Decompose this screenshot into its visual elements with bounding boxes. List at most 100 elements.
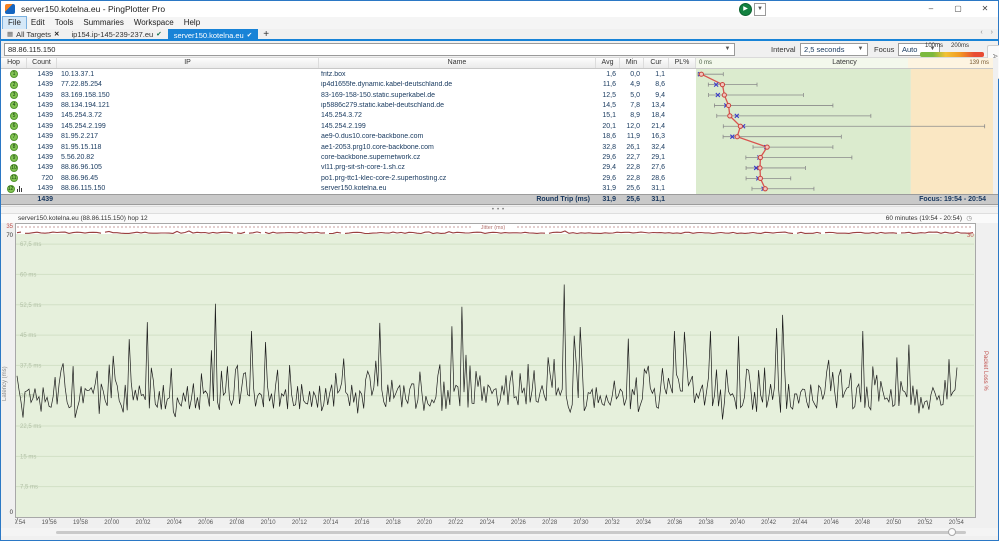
table-row[interactable]: 11 720 88.86.96.45 po1.prg-ttc1-klec-core-2… — [1, 173, 696, 183]
tab-close-icon[interactable]: ✕ — [54, 30, 59, 38]
hop-number-badge: 3 — [10, 91, 18, 100]
table-row[interactable]: 12 1439 88.86.115.150 server150.kotelna.eu 3… — [1, 184, 696, 194]
menu-item-edit[interactable]: Edit — [26, 17, 50, 29]
menu-item-workspace[interactable]: Workspace — [129, 17, 179, 29]
col-header-pl[interactable]: PL% — [669, 58, 696, 68]
avg-marker — [757, 154, 763, 161]
menu-item-tools[interactable]: Tools — [50, 17, 79, 29]
tab-scroll-arrows[interactable]: ‹ › — [980, 29, 996, 36]
tab-check-icon: ✔ — [246, 32, 253, 39]
cell-name: fritz.box — [321, 70, 346, 78]
cell-cur: 8,6 — [655, 81, 665, 89]
gridline-label: 45 ms — [20, 333, 36, 339]
col-header-count[interactable]: Count — [27, 58, 57, 68]
interval-select[interactable]: 2,5 seconds ▼ — [800, 43, 868, 56]
col-header-name[interactable]: Name — [319, 58, 596, 68]
pane-splitter[interactable]: ••• — [1, 206, 998, 214]
start-trace-button[interactable]: ▶ — [739, 3, 752, 16]
table-row[interactable]: 6 1439 145.254.2.199 145.254.2.199 20,1 12,0 2… — [1, 121, 696, 131]
close-button[interactable]: ✕ — [972, 1, 998, 17]
cell-min: 11,9 — [626, 133, 640, 141]
footer-count: 1439 — [37, 196, 53, 203]
timeline-graph[interactable]: 67,5 ms60 ms52,5 ms45 ms37,5 ms30 ms22,5… — [15, 223, 976, 518]
hop-cell: 9 — [1, 152, 27, 162]
start-trace-dropdown[interactable]: ▼ — [754, 3, 766, 16]
avg-marker — [757, 165, 763, 171]
right-scale-label: 30 — [967, 233, 974, 239]
timeline-scrollbar[interactable] — [1, 528, 998, 536]
scrollbar-thumb[interactable] — [948, 528, 956, 536]
menu-item-summaries[interactable]: Summaries — [78, 17, 128, 29]
table-row[interactable]: 9 1439 5.56.20.82 core-backbone.supernetwor… — [1, 152, 696, 162]
scrollbar-track[interactable] — [56, 531, 966, 534]
cell-avg: 32,8 — [602, 143, 616, 151]
cell-min: 25,6 — [626, 185, 640, 193]
scale-label-200ms: 200ms — [951, 43, 970, 49]
col-header-hop[interactable]: Hop — [1, 58, 27, 68]
cell-ip: 88.134.194.121 — [61, 101, 110, 109]
time-tick-label: 20:30 — [573, 520, 589, 526]
cell-count: 1439 — [37, 133, 53, 141]
cell-ip: 81.95.2.217 — [61, 133, 98, 141]
cell-cur: 31,1 — [651, 185, 665, 193]
table-row[interactable]: 8 1439 81.95.15.118 ae1-2053.prg10.core-bac… — [1, 142, 696, 152]
avg-marker — [764, 144, 770, 150]
cell-name: vl11.prg-sit-sh-core-1.sh.cz — [321, 164, 405, 172]
avg-marker — [725, 102, 732, 109]
cell-cur: 27,6 — [651, 164, 665, 172]
minimize-button[interactable]: – — [918, 1, 944, 17]
cell-count: 1439 — [37, 91, 53, 99]
table-row[interactable]: 2 1439 77.22.85.254 ip4d1655fe.dynamic.kabe… — [1, 79, 696, 89]
time-tick-label: 20:54 — [948, 520, 964, 526]
table-row[interactable]: 10 1439 88.86.96.105 vl11.prg-sit-sh-core-1… — [1, 163, 696, 173]
menu-item-file[interactable]: File — [2, 16, 27, 30]
cell-ip: 145.254.2.199 — [61, 122, 106, 130]
timeline-range-icon[interactable]: ◷ — [966, 214, 972, 223]
target-dropdown-icon[interactable]: ▼ — [722, 44, 733, 55]
packet-loss-axis-label: Packet Loss % — [982, 351, 988, 391]
title-bar: server150.kotelna.eu - PingPlotter Pro –… — [1, 1, 998, 17]
time-tick-label: 20:34 — [635, 520, 652, 526]
warn-zone — [910, 69, 993, 194]
tab-all-targets[interactable]: ▦ All Targets ✕ — [1, 29, 66, 39]
table-row[interactable]: 5 1439 145.254.3.72 145.254.3.72 15,1 8,9 18,4 — [1, 111, 696, 121]
time-tick-label: 20:16 — [354, 520, 370, 526]
hop-number-badge: 9 — [10, 153, 18, 162]
time-tick-label: 20:02 — [135, 520, 151, 526]
table-row[interactable]: 1 1439 10.13.37.1 fritz.box 1,6 0,0 1,1 — [1, 69, 696, 79]
menu-item-help[interactable]: Help — [179, 17, 205, 29]
col-header-min[interactable]: Min — [620, 58, 644, 68]
latency-scale-zero-label: 0 — [9, 510, 13, 516]
cell-ip: 88.86.96.105 — [61, 164, 102, 172]
hop-number-badge: 10 — [10, 163, 18, 172]
maximize-button[interactable]: ▢ — [945, 1, 971, 17]
hop-number-badge: 5 — [10, 111, 18, 120]
interval-dropdown-icon[interactable]: ▼ — [855, 44, 866, 55]
table-row[interactable]: 4 1439 88.134.194.121 ip5886c279.static.kab… — [1, 100, 696, 110]
col-header-ip[interactable]: IP — [57, 58, 319, 68]
hop-cell: 5 — [1, 111, 27, 121]
cell-min: 5,0 — [630, 91, 640, 99]
cell-count: 1439 — [37, 101, 53, 109]
timeline-source-label: server150.kotelna.eu (88.86.115.150) hop… — [18, 215, 148, 222]
bottom-strip — [1, 536, 998, 540]
target-combobox[interactable]: ▼ — [4, 43, 735, 56]
col-header-avg[interactable]: Avg — [596, 58, 620, 68]
target-input[interactable] — [5, 44, 734, 55]
gridline-label: 60 ms — [20, 272, 36, 278]
hop-latency-graph[interactable] — [696, 69, 993, 194]
hop-table-body: 1 1439 10.13.37.1 fritz.box 1,6 0,0 1,1 2 1439 77… — [1, 69, 696, 194]
menu-bar: File Edit Tools Summaries Workspace Help — [1, 16, 998, 30]
table-row[interactable]: 3 1439 83.169.158.150 83-169-158-150.static… — [1, 90, 696, 100]
app-icon — [5, 4, 15, 14]
latency-graph-header: 0 ms Latency 139 ms — [696, 58, 993, 69]
time-tick-label: 20:42 — [761, 520, 777, 526]
latency-scale-legend — [920, 52, 984, 57]
tab-ip154-ip-145-239-237-eu[interactable]: ip154.ip-145-239-237.eu ✔ — [66, 29, 168, 39]
timeline-range-label[interactable]: 60 minutes (19:54 - 20:54) — [886, 214, 962, 223]
cell-name: 145.254.2.199 — [321, 122, 366, 130]
gridline-label: 37,5 ms — [20, 363, 41, 369]
table-row[interactable]: 7 1439 81.95.2.217 ae9-0.dus10.core-backbon… — [1, 132, 696, 142]
col-header-cur[interactable]: Cur — [644, 58, 669, 68]
cell-avg: 29,6 — [602, 154, 616, 162]
